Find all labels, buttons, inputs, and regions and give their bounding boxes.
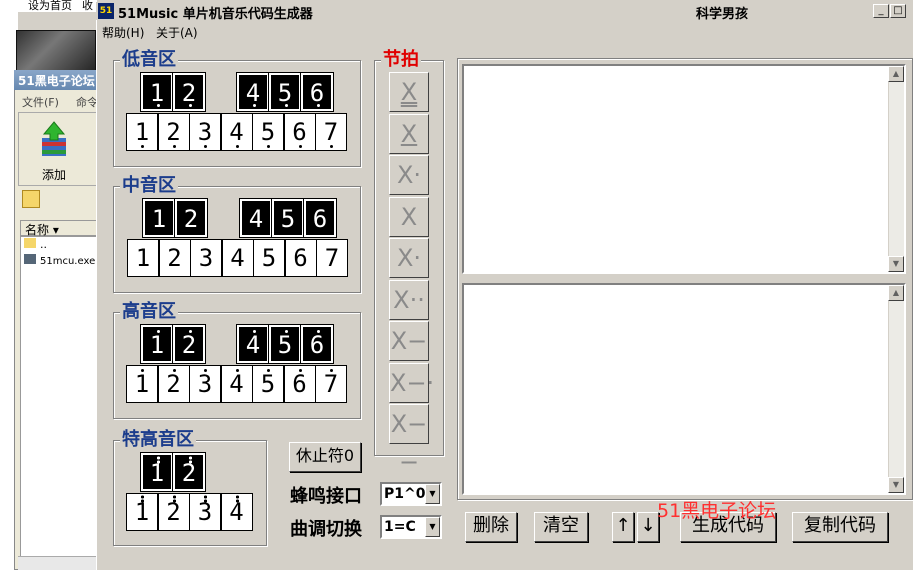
ultra-black-key-2[interactable]: 2	[172, 452, 206, 492]
bg-add-label: 添加	[42, 168, 67, 182]
background-menu: 文件(F) 命令	[18, 94, 98, 110]
low-white-key-2[interactable]: 2	[157, 113, 190, 151]
ultra-white-key-1[interactable]: 1	[126, 493, 158, 531]
menu-about[interactable]: 关于(A)	[156, 24, 198, 41]
mid-black-key-2[interactable]: 2	[174, 198, 208, 238]
mid-white-key-2[interactable]: 2	[158, 239, 191, 277]
notes-scroll-down-icon[interactable]: ▼	[888, 256, 904, 272]
bg-file-list	[20, 236, 98, 566]
folder-up-icon[interactable]	[22, 190, 40, 208]
menu-help[interactable]: 帮助(H)	[102, 24, 144, 41]
window-author: 科学男孩	[696, 7, 749, 22]
mid-white-key-3[interactable]: 3	[190, 239, 222, 277]
bg-list-row-parent[interactable]: ..	[24, 238, 47, 251]
beat-button-7[interactable]: X−	[389, 321, 429, 361]
high-white-key-4[interactable]: 4	[220, 365, 253, 403]
ultra-black-key-1[interactable]: 1	[140, 452, 174, 492]
high-white-key-3[interactable]: 3	[189, 365, 221, 403]
app-icon: 51	[98, 3, 114, 19]
delete-button[interactable]: 删除	[465, 512, 517, 542]
bg-menu-file[interactable]: 文件(F)	[22, 94, 59, 110]
beat-button-3[interactable]: X·	[389, 155, 429, 195]
high-range-label: 高音区	[120, 301, 178, 322]
background-window-title: 51黑电子论坛	[14, 70, 98, 90]
mid-white-key-5[interactable]: 5	[253, 239, 285, 277]
low-white-key-6[interactable]: 6	[283, 113, 316, 151]
notes-scroll-up-icon[interactable]: ▲	[888, 66, 904, 82]
key-switch-label: 曲调切换	[290, 519, 362, 540]
low-white-key-7[interactable]: 7	[315, 113, 347, 151]
beat-button-8[interactable]: X−·	[389, 362, 434, 403]
mid-white-key-1[interactable]: 1	[127, 239, 159, 277]
copy-code-button[interactable]: 复制代码	[792, 512, 888, 542]
beat-button-4[interactable]: X	[389, 196, 429, 237]
ultra-white-key-4[interactable]: 4	[220, 493, 253, 531]
beat-button-5[interactable]: X·	[389, 238, 429, 278]
ultra-white-key-2[interactable]: 2	[157, 493, 190, 531]
mid-white-key-7[interactable]: 7	[316, 239, 348, 277]
low-black-key-1[interactable]: 1	[140, 72, 174, 112]
low-white-key-5[interactable]: 5	[252, 113, 284, 151]
beat-button-2[interactable]: X	[389, 113, 429, 154]
mid-white-key-4[interactable]: 4	[221, 239, 254, 277]
folder-icon	[24, 238, 36, 248]
beat-button-1[interactable]: X	[389, 72, 429, 112]
high-black-key-3[interactable]: 4	[236, 324, 270, 364]
low-black-key-3[interactable]: 4	[236, 72, 270, 112]
bg-list-row-file[interactable]: 51mcu.exe	[24, 254, 95, 267]
mid-black-key-1[interactable]: 1	[142, 198, 176, 238]
buzzer-port-label: 蜂鸣接口	[290, 486, 362, 507]
menu-bar: 帮助(H) 关于(A)	[96, 22, 913, 42]
code-scrollbar[interactable]	[888, 285, 904, 493]
beat-button-9[interactable]: X−−	[389, 404, 429, 476]
rest-button[interactable]: 休止符0	[289, 442, 361, 472]
high-black-key-4[interactable]: 5	[268, 324, 302, 364]
move-up-button[interactable]: ↑	[612, 512, 634, 542]
chip-image	[16, 30, 96, 74]
clear-button[interactable]: 清空	[534, 512, 588, 542]
ultra-white-key-3[interactable]: 3	[189, 493, 221, 531]
high-white-key-1[interactable]: 1	[126, 365, 158, 403]
notes-textarea[interactable]	[462, 64, 906, 274]
code-scroll-down-icon[interactable]: ▼	[888, 477, 904, 493]
beat-button-6[interactable]: X··	[389, 279, 429, 320]
watermark: 51黑电子论坛	[657, 500, 777, 522]
code-scroll-up-icon[interactable]: ▲	[888, 285, 904, 301]
exe-icon	[24, 254, 36, 264]
bg-link-fav: 收	[82, 0, 93, 12]
high-black-key-2[interactable]: 2	[172, 324, 206, 364]
notes-scrollbar[interactable]	[888, 66, 904, 272]
mid-black-key-3[interactable]: 4	[239, 198, 273, 238]
restore-button[interactable]: □	[890, 4, 906, 18]
low-black-key-2[interactable]: 2	[172, 72, 206, 112]
bg-menu-cmd[interactable]: 命令	[76, 94, 98, 110]
bg-link-home: 设为首页	[28, 0, 72, 12]
window-title: 51Music 单片机音乐代码生成器	[118, 7, 313, 22]
add-archive-icon[interactable]	[38, 120, 70, 158]
low-white-key-1[interactable]: 1	[126, 113, 158, 151]
low-black-key-4[interactable]: 5	[268, 72, 302, 112]
high-white-key-7[interactable]: 7	[315, 365, 347, 403]
buzzer-dropdown-icon[interactable]: ▼	[425, 484, 440, 504]
high-white-key-2[interactable]: 2	[157, 365, 190, 403]
mid-black-key-4[interactable]: 5	[271, 198, 305, 238]
high-white-key-6[interactable]: 6	[283, 365, 316, 403]
bg-list-header[interactable]: 名称 ▾	[20, 220, 98, 237]
low-black-key-5[interactable]: 6	[300, 72, 334, 112]
high-white-key-5[interactable]: 5	[252, 365, 284, 403]
beat-label: 节拍	[381, 49, 421, 70]
high-black-key-1[interactable]: 1	[140, 324, 174, 364]
mid-white-key-6[interactable]: 6	[284, 239, 317, 277]
low-range-label: 低音区	[120, 49, 178, 70]
high-black-key-5[interactable]: 6	[300, 324, 334, 364]
mid-range-label: 中音区	[120, 175, 178, 196]
move-down-button[interactable]: ↓	[637, 512, 659, 542]
mid-black-key-5[interactable]: 6	[303, 198, 337, 238]
minimize-button[interactable]: _	[873, 4, 889, 18]
key-dropdown-icon[interactable]: ▼	[425, 517, 440, 537]
ultra-range-label: 特高音区	[120, 429, 196, 450]
low-white-key-3[interactable]: 3	[189, 113, 221, 151]
low-white-key-4[interactable]: 4	[220, 113, 253, 151]
code-textarea[interactable]	[462, 283, 906, 495]
